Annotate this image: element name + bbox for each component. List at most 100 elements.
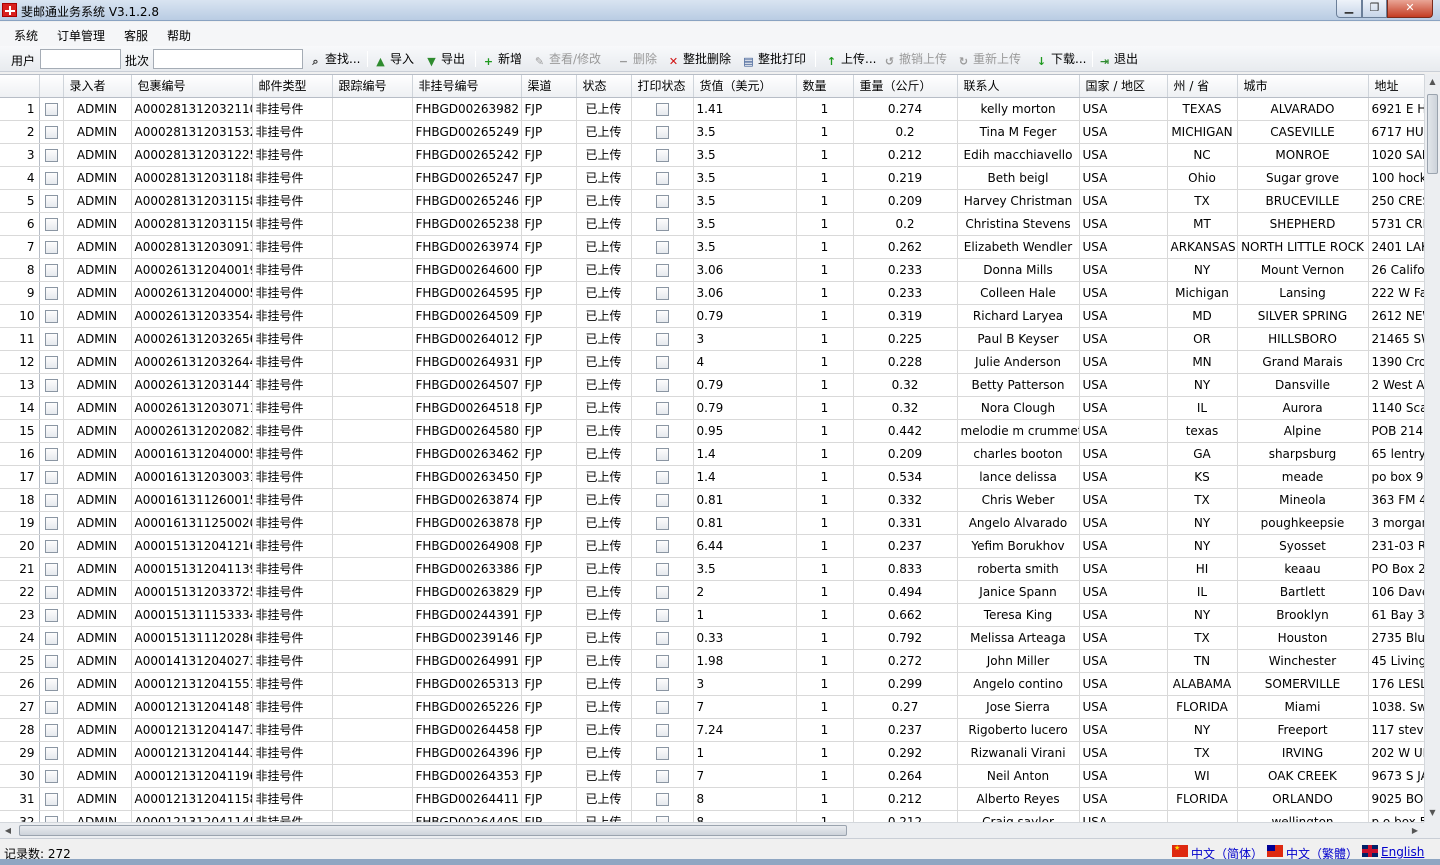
toolbar-button-batch-delete[interactable]: ✕ 整批删除 [667,50,731,68]
column-header[interactable]: 包裹编号 [131,75,253,98]
table-row[interactable]: 30 ADMIN A000121312041196 非挂号件 FHBGD00264353… [0,764,1425,788]
table-row[interactable]: 31 ADMIN A000121312041158 非挂号件 FHBGD00264411… [0,787,1425,811]
column-header[interactable]: 打印状态 [631,75,694,98]
row-select-checkbox[interactable] [44,723,58,737]
toolbar-button-add[interactable]: + 新增 [482,50,522,68]
row-select-checkbox[interactable] [44,470,58,484]
row-select-checkbox[interactable] [44,240,58,254]
toolbar-button-export[interactable]: ▼ 导出 [425,50,465,68]
row-select-checkbox[interactable] [44,286,58,300]
column-header[interactable]: 地址 [1368,75,1425,98]
table-row[interactable]: 1 ADMIN A000281312032110 非挂号件 FHBGD00263982 F… [0,97,1425,121]
table-row[interactable]: 9 ADMIN A000261312040005 非挂号件 FHBGD00264595 F… [0,281,1425,305]
print-status-checkbox[interactable] [655,631,669,645]
table-row[interactable]: 19 ADMIN A000161311250020 非挂号件 FHBGD00263878… [0,511,1425,535]
table-row[interactable]: 20 ADMIN A000151312041216 非挂号件 FHBGD00264908… [0,534,1425,558]
row-select-checkbox[interactable] [44,769,58,783]
table-row[interactable]: 6 ADMIN A000281312031150 非挂号件 FHBGD00265238 F… [0,212,1425,236]
table-row[interactable]: 5 ADMIN A000281312031158 非挂号件 FHBGD00265246 F… [0,189,1425,213]
column-header[interactable]: 邮件类型 [252,75,333,98]
table-row[interactable]: 28 ADMIN A000121312041473 非挂号件 FHBGD00264458… [0,718,1425,742]
menu-system[interactable]: 系统 [14,27,38,44]
table-row[interactable]: 16 ADMIN A000161312040005 非挂号件 FHBGD00263462… [0,442,1425,466]
lang-english-link[interactable]: English [1381,845,1424,859]
scroll-right-icon[interactable]: ▶ [1407,823,1423,838]
print-status-checkbox[interactable] [655,217,669,231]
table-row[interactable]: 11 ADMIN A000261312032656 非挂号件 FHBGD00264012… [0,327,1425,351]
row-select-checkbox[interactable] [44,608,58,622]
table-row[interactable]: 10 ADMIN A000261312033544 非挂号件 FHBGD00264509… [0,304,1425,328]
toolbar-button-upload-arrow[interactable]: ↑ 上传... [825,50,877,68]
row-select-checkbox[interactable] [44,378,58,392]
scroll-left-icon[interactable]: ◀ [0,823,16,838]
table-row[interactable]: 17 ADMIN A000161312030031 非挂号件 FHBGD00263450… [0,465,1425,489]
column-header[interactable]: 跟踪编号 [332,75,413,98]
vertical-scroll-thumb[interactable] [1427,94,1438,174]
table-row[interactable]: 32 ADMIN A000121312041145 非挂号件 FHBGD00264405… [0,810,1425,822]
row-select-checkbox[interactable] [44,148,58,162]
user-input[interactable] [40,49,121,69]
column-header[interactable]: 数量 [796,75,854,98]
row-select-checkbox[interactable] [44,194,58,208]
scroll-down-icon[interactable]: ▼ [1425,805,1440,821]
print-status-checkbox[interactable] [655,654,669,668]
print-status-checkbox[interactable] [655,516,669,530]
table-row[interactable]: 29 ADMIN A000121312041443 非挂号件 FHBGD00264396… [0,741,1425,765]
toolbar-button-printer[interactable]: ▤ 整批打印 [742,50,806,68]
maximize-button[interactable]: ❐ [1362,0,1387,18]
table-row[interactable]: 7 ADMIN A000281312030913 非挂号件 FHBGD00263974 F… [0,235,1425,259]
column-header[interactable]: 非挂号编号 [412,75,522,98]
column-header[interactable]: 状态 [576,75,632,98]
row-select-checkbox[interactable] [44,309,58,323]
minimize-button[interactable]: ▁ [1336,0,1362,18]
row-select-checkbox[interactable] [44,332,58,346]
table-row[interactable]: 8 ADMIN A000261312040019 非挂号件 FHBGD00264600 F… [0,258,1425,282]
row-select-checkbox[interactable] [44,424,58,438]
row-select-checkbox[interactable] [44,125,58,139]
row-select-checkbox[interactable] [44,746,58,760]
menu-help[interactable]: 帮助 [167,27,191,44]
table-row[interactable]: 23 ADMIN A000151311153334 非挂号件 FHBGD00244391… [0,603,1425,627]
column-header[interactable] [0,75,40,98]
print-status-checkbox[interactable] [655,378,669,392]
table-row[interactable]: 14 ADMIN A000261312030711 非挂号件 FHBGD00264518… [0,396,1425,420]
print-status-checkbox[interactable] [655,286,669,300]
table-row[interactable]: 12 ADMIN A000261312032644 非挂号件 FHBGD00264931… [0,350,1425,374]
row-select-checkbox[interactable] [44,355,58,369]
print-status-checkbox[interactable] [655,125,669,139]
column-header[interactable]: 国家 / 地区 [1079,75,1168,98]
menu-customer-service[interactable]: 客服 [124,27,148,44]
row-select-checkbox[interactable] [44,562,58,576]
print-status-checkbox[interactable] [655,447,669,461]
row-select-checkbox[interactable] [44,677,58,691]
table-row[interactable]: 2 ADMIN A000281312031532 非挂号件 FHBGD00265249 F… [0,120,1425,144]
row-select-checkbox[interactable] [44,217,58,231]
row-select-checkbox[interactable] [44,401,58,415]
print-status-checkbox[interactable] [655,562,669,576]
print-status-checkbox[interactable] [655,769,669,783]
toolbar-button-import[interactable]: ▲ 导入 [374,50,414,68]
table-row[interactable]: 13 ADMIN A000261312031447 非挂号件 FHBGD00264507… [0,373,1425,397]
toolbar-button-download-arrow[interactable]: ↓ 下载... [1035,50,1087,68]
menu-order-management[interactable]: 订单管理 [57,27,105,44]
table-row[interactable]: 21 ADMIN A000151312041139 非挂号件 FHBGD00263386… [0,557,1425,581]
table-row[interactable]: 22 ADMIN A000151312033725 非挂号件 FHBGD00263829… [0,580,1425,604]
print-status-checkbox[interactable] [655,585,669,599]
toolbar-button-edit[interactable]: ✎ 查看/修改 [533,50,601,68]
column-header[interactable]: 城市 [1237,75,1369,98]
row-select-checkbox[interactable] [44,102,58,116]
toolbar-button-undo-upload[interactable]: ↺ 撤销上传 [883,50,947,68]
print-status-checkbox[interactable] [655,608,669,622]
print-status-checkbox[interactable] [655,401,669,415]
column-header[interactable]: 联系人 [957,75,1080,98]
column-header[interactable]: 州 / 省 [1167,75,1238,98]
row-select-checkbox[interactable] [44,792,58,806]
row-select-checkbox[interactable] [44,171,58,185]
row-select-checkbox[interactable] [44,631,58,645]
column-header[interactable]: 录入者 [63,75,132,98]
print-status-checkbox[interactable] [655,240,669,254]
scroll-up-icon[interactable]: ▲ [1425,74,1440,90]
toolbar-button-delete[interactable]: − 删除 [617,50,657,68]
print-status-checkbox[interactable] [655,677,669,691]
vertical-scrollbar[interactable]: ▲ ▼ [1424,74,1440,822]
